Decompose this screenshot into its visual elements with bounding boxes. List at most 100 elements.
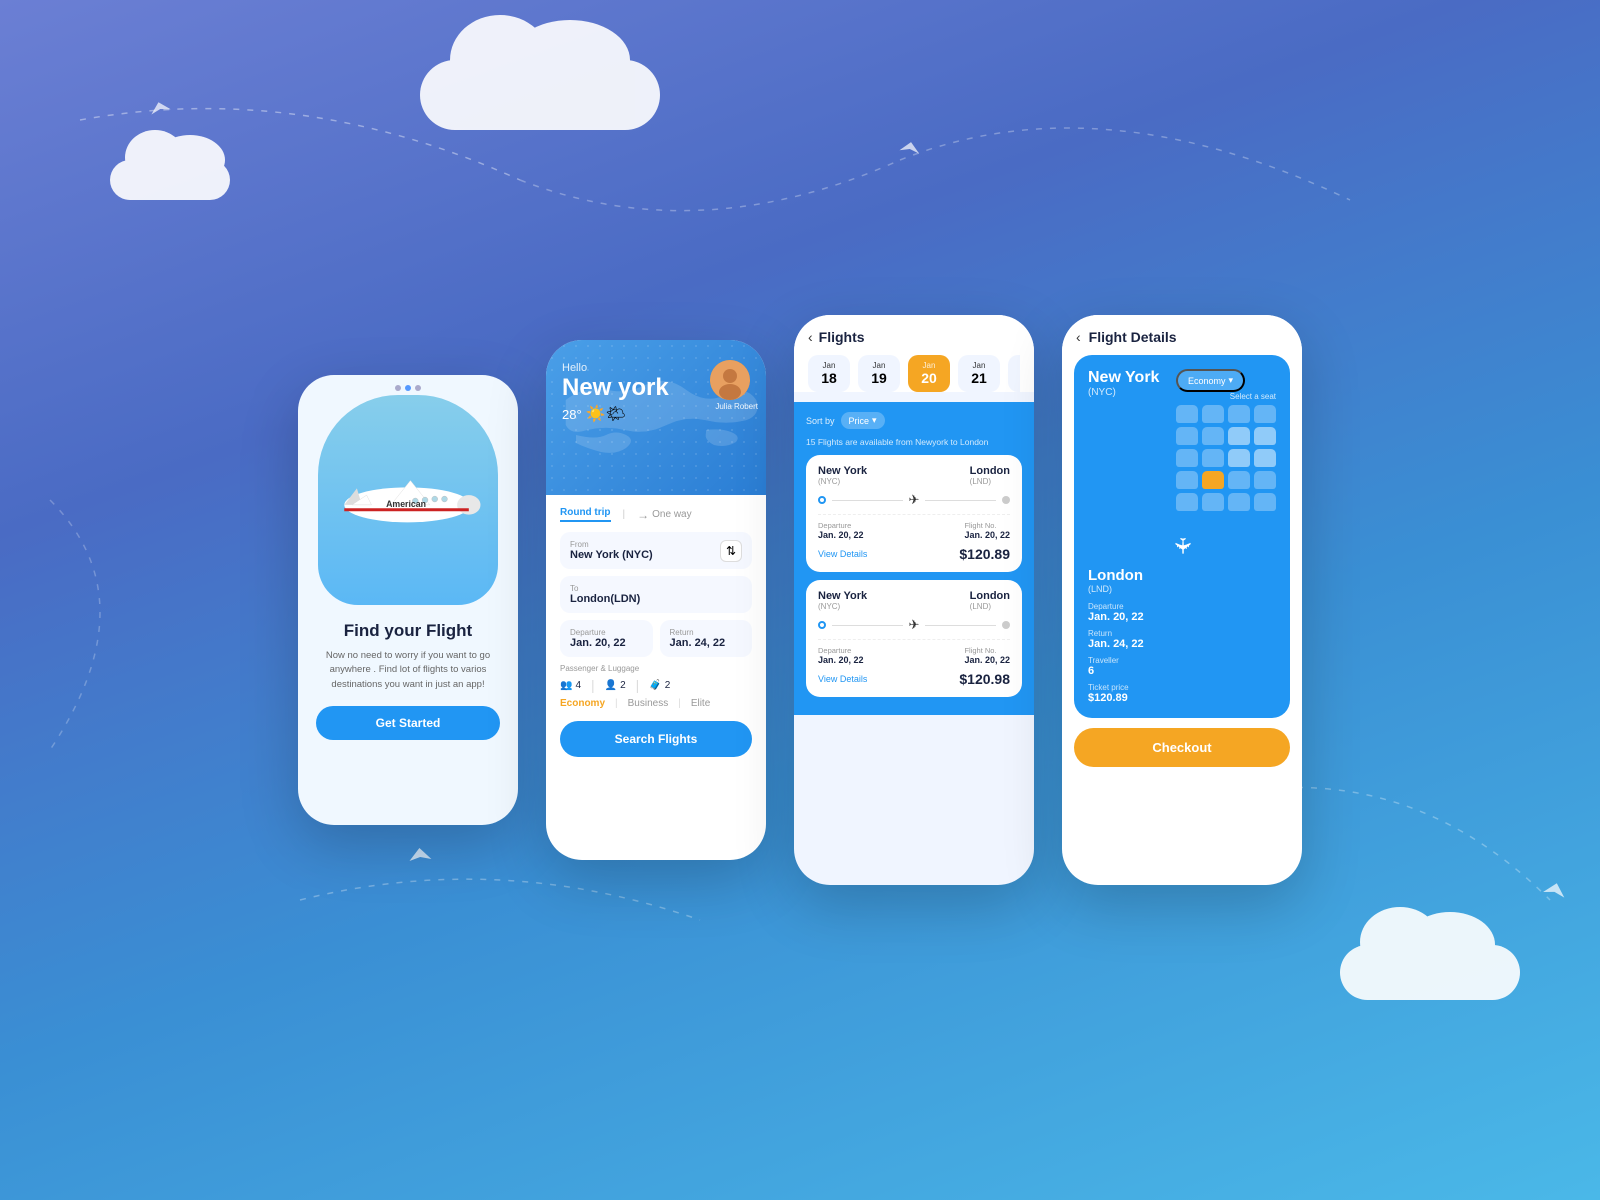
flight-card-2-header: New York (NYC) London (LND)	[818, 590, 1010, 611]
destination-code: (LND)	[1088, 584, 1276, 594]
origin-code: (NYC)	[1088, 387, 1159, 398]
phone-3-flights-list: ‹ Flights Jan 18 Jan 19 Jan 20 Jan	[794, 315, 1034, 885]
traveller-detail-row: Traveller 6	[1088, 656, 1276, 677]
from-city-2: New York (NYC)	[818, 590, 867, 611]
airplane-svg: American	[318, 450, 498, 550]
flight-detail-rows: Departure Jan. 20, 22 Return Jan. 24, 22…	[1088, 602, 1276, 704]
seat-4-3[interactable]	[1228, 471, 1250, 489]
seat-3-2[interactable]	[1202, 449, 1224, 467]
seat-3-4[interactable]	[1254, 449, 1276, 467]
from-input-group[interactable]: From New York (NYC) ⇅	[560, 532, 752, 569]
details-header: ‹ Flight Details	[1062, 315, 1302, 355]
navigation-row: ‹ Flights	[808, 329, 1020, 345]
to-value: London(LDN)	[570, 593, 742, 605]
to-city-1: London (LND)	[970, 465, 1010, 486]
dest-dot-2	[1002, 621, 1010, 629]
back-button[interactable]: ‹	[808, 329, 813, 345]
temperature: 28°	[562, 407, 582, 422]
get-started-button[interactable]: Get Started	[316, 706, 500, 740]
origin-dot-2	[818, 621, 826, 629]
back-button-details[interactable]: ‹	[1076, 329, 1081, 345]
view-details-link-1[interactable]: View Details	[818, 549, 867, 559]
date-chip-4[interactable]: Jan 22	[1008, 355, 1020, 392]
seat-3-3[interactable]	[1228, 449, 1250, 467]
departure-detail: Departure Jan. 20, 22	[1088, 602, 1144, 623]
flight-route-1: ✈	[818, 492, 1010, 508]
seat-5-2[interactable]	[1202, 493, 1224, 511]
group-count: 4	[575, 680, 581, 691]
seat-4-1[interactable]	[1176, 471, 1198, 489]
return-detail: Return Jan. 24, 22	[1088, 629, 1144, 650]
seat-4-2-selected[interactable]	[1202, 471, 1224, 489]
flight-card-1-header: New York (NYC) London (LND)	[818, 465, 1010, 486]
to-input-group[interactable]: To London(LDN)	[560, 576, 752, 613]
date-chip-3[interactable]: Jan 21	[958, 355, 1000, 392]
seats-grid	[1176, 405, 1276, 511]
adult-count: 2	[620, 680, 626, 691]
sort-by-price-button[interactable]: Price ▾	[841, 412, 885, 429]
plane-icon-large: ✈	[1169, 537, 1195, 555]
traveller-detail: Traveller 6	[1088, 656, 1119, 677]
destination-block: London (LND)	[1088, 567, 1276, 594]
class-elite[interactable]: Elite	[691, 698, 710, 709]
seat-2-2[interactable]	[1202, 427, 1224, 445]
user-avatar[interactable]	[710, 360, 750, 400]
departure-input[interactable]: Departure Jan. 20, 22	[560, 620, 653, 657]
date-chip-0[interactable]: Jan 18	[808, 355, 850, 392]
select-seat-label: Select a seat	[1176, 392, 1276, 401]
seat-1-2[interactable]	[1202, 405, 1224, 423]
tab-round-trip[interactable]: Round trip	[560, 507, 611, 522]
class-economy[interactable]: Economy	[560, 698, 605, 709]
route-line	[832, 500, 903, 501]
flight-card-1-footer: View Details $120.89	[818, 546, 1010, 562]
group-icon: 👥	[560, 680, 572, 691]
seat-1-4[interactable]	[1254, 405, 1276, 423]
return-input[interactable]: Return Jan. 24, 22	[660, 620, 753, 657]
seat-1-3[interactable]	[1228, 405, 1250, 423]
phones-showcase: American Find your Flight Now no need to…	[298, 315, 1302, 885]
seat-2-1[interactable]	[1176, 427, 1198, 445]
date-scroll-row: Jan 18 Jan 19 Jan 20 Jan 21 Jan 22	[808, 355, 1020, 392]
date-chip-2-selected[interactable]: Jan 20	[908, 355, 950, 392]
view-details-link-2[interactable]: View Details	[818, 674, 867, 684]
seat-5-4[interactable]	[1254, 493, 1276, 511]
seat-5-3[interactable]	[1228, 493, 1250, 511]
search-flights-button[interactable]: Search Flights	[560, 721, 752, 757]
flight-info-2: Departure Jan. 20, 22 Flight No. Jan. 20…	[818, 639, 1010, 665]
from-label: From	[570, 540, 742, 549]
bag-icon: 🧳	[649, 680, 661, 691]
flight-details-title: Flight Details	[1089, 329, 1177, 345]
flights-header: ‹ Flights Jan 18 Jan 19 Jan 20 Jan	[794, 315, 1034, 392]
class-dropdown[interactable]: Economy ▾	[1176, 369, 1245, 392]
notch-dots	[395, 385, 421, 391]
class-business[interactable]: Business	[628, 698, 669, 709]
dropdown-arrow: ▾	[1229, 375, 1234, 386]
onboarding-title: Find your Flight	[316, 621, 500, 641]
departure-info: Departure Jan. 20, 22	[818, 521, 864, 540]
flight-no-info-2: Flight No. Jan. 20, 22	[964, 646, 1010, 665]
passengers-row: Passenger & Luggage 👥 4 | 👤 2 | 🧳 2	[560, 664, 752, 693]
seat-2-4[interactable]	[1254, 427, 1276, 445]
avatar-svg	[710, 360, 750, 400]
flights-title: Flights	[819, 329, 865, 345]
flight-price-1: $120.89	[959, 546, 1010, 562]
flights-list-body: Sort by Price ▾ 15 Flights are available…	[794, 402, 1034, 715]
cloud-decoration-1	[420, 60, 660, 130]
swap-cities-button[interactable]: ⇅	[720, 540, 742, 562]
price-detail-row: Ticket price $120.89	[1088, 683, 1276, 704]
seat-4-4[interactable]	[1254, 471, 1276, 489]
tab-one-way[interactable]: → One way	[637, 508, 691, 522]
seat-1-1[interactable]	[1176, 405, 1198, 423]
cloud-decoration-2	[110, 160, 230, 200]
user-name: Julia Robert	[715, 402, 758, 411]
seat-5-1[interactable]	[1176, 493, 1198, 511]
date-chip-1[interactable]: Jan 19	[858, 355, 900, 392]
to-city-2: London (LND)	[970, 590, 1010, 611]
seat-3-1[interactable]	[1176, 449, 1198, 467]
checkout-button[interactable]: Checkout	[1074, 728, 1290, 767]
phone-4-flight-details: ‹ Flight Details New York (NYC) Economy …	[1062, 315, 1302, 885]
map-header: Hello New york 28° ☀️🌤 Julia Robert	[546, 340, 766, 495]
chevron-down-icon: ▾	[872, 415, 877, 426]
seat-2-3[interactable]	[1228, 427, 1250, 445]
adult-passengers: 👤 2	[605, 680, 626, 691]
